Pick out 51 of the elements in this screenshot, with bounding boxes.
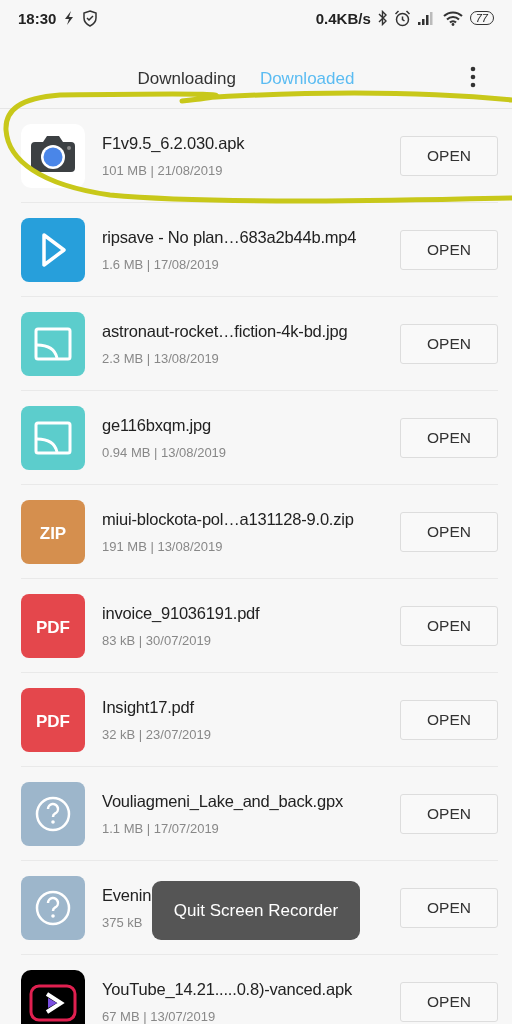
signal-icon [417, 11, 436, 25]
wifi-icon [442, 10, 463, 26]
question-file-icon [21, 875, 85, 940]
open-button[interactable]: OPEN [400, 699, 498, 740]
image-file-icon [21, 405, 85, 470]
open-button[interactable]: OPEN [400, 511, 498, 552]
file-details: 1.1 MB | 17/07/2019 [102, 820, 220, 836]
question-file-icon [21, 781, 85, 846]
file-name: ripsave - No plan…683a2b44b.mp4 [102, 227, 358, 247]
open-button[interactable]: OPEN [400, 229, 498, 270]
pdf-file-icon: PDF [21, 687, 85, 752]
open-button[interactable]: OPEN [400, 323, 498, 364]
file-name: invoice_91036191.pdf [102, 603, 261, 623]
file-name: miui-blockota-pol…a131128-9.0.zip [102, 509, 355, 529]
more-menu-icon[interactable] [470, 66, 476, 88]
alarm-icon [393, 9, 411, 27]
file-details: 1.6 MB | 17/08/2019 [102, 256, 220, 272]
image-file-icon [21, 311, 85, 376]
file-details: 0.94 MB | 13/08/2019 [102, 444, 228, 460]
open-button[interactable]: OPEN [400, 135, 498, 176]
play-app-icon [21, 969, 85, 1024]
file-details: 101 MB | 21/08/2019 [102, 162, 224, 178]
file-name: Evenin [102, 885, 153, 905]
toast-message: Quit Screen Recorder [152, 881, 360, 940]
file-name: F1v9.5_6.2.030.apk [102, 133, 246, 153]
file-details: 67 MB | 13/07/2019 [102, 1008, 217, 1024]
file-name: YouTube_14.21.....0.8)-vanced.apk [102, 979, 353, 999]
file-name: Vouliagmeni_Lake_and_back.gpx [102, 791, 344, 811]
file-name: astronaut-rocket…fiction-4k-bd.jpg [102, 321, 349, 341]
file-details: 32 kB | 23/07/2019 [102, 726, 212, 742]
video-file-icon [21, 217, 85, 282]
open-button[interactable]: OPEN [400, 981, 498, 1022]
file-details: 375 kB [102, 914, 144, 930]
network-speed: 0.4KB/s [315, 9, 371, 27]
open-button[interactable]: OPEN [400, 887, 498, 928]
file-details: 2.3 MB | 13/08/2019 [102, 350, 220, 366]
tab[interactable]: Downloading [137, 65, 236, 93]
open-button[interactable]: OPEN [400, 417, 498, 458]
bluetooth-icon [377, 10, 387, 26]
file-details: 83 kB | 30/07/2019 [102, 632, 212, 648]
pdf-file-icon: PDF [21, 593, 85, 658]
zip-file-icon: ZIP [21, 499, 85, 564]
file-details: 191 MB | 13/08/2019 [102, 538, 224, 554]
shield-icon [82, 9, 99, 27]
file-name: ge116bxqm.jpg [102, 415, 212, 435]
open-button[interactable]: OPEN [400, 605, 498, 646]
open-button[interactable]: OPEN [400, 793, 498, 834]
clock-time: 18:30 [18, 9, 57, 27]
camera-icon [21, 123, 85, 188]
lightning-icon [64, 11, 75, 25]
file-name: Insight17.pdf [102, 697, 195, 717]
